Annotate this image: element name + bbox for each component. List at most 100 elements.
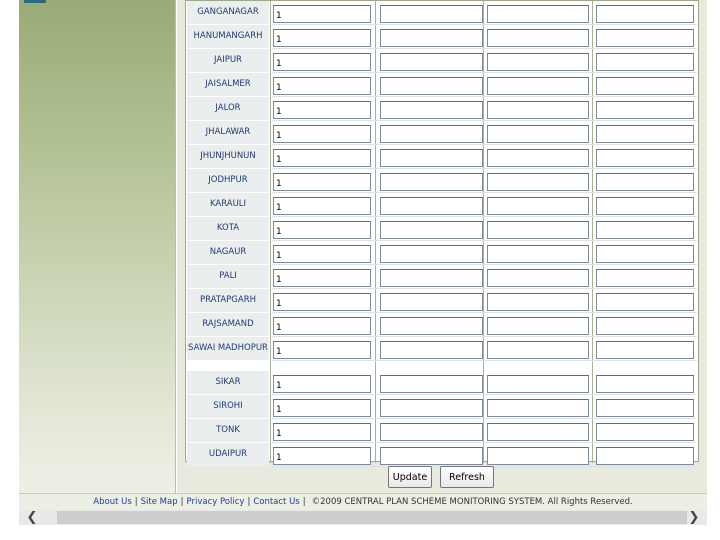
data-input-col-4[interactable] [596,221,694,239]
data-input-col-3[interactable] [487,197,589,215]
data-input-col-2[interactable] [380,221,483,239]
data-input-col-2[interactable] [380,29,483,47]
table-row: JAISALMER [186,73,698,97]
refresh-button[interactable]: Refresh [440,466,494,488]
data-input-col-3[interactable] [487,423,589,441]
data-input-col-3[interactable] [487,375,589,393]
footer-link-privacy-policy[interactable]: Privacy Policy [187,497,245,507]
district-value-input[interactable] [273,173,371,191]
scroll-left-icon[interactable]: ❮ [23,510,41,525]
data-input-col-2[interactable] [380,149,483,167]
district-value-input[interactable] [273,317,371,335]
district-value-input[interactable] [273,375,371,393]
data-input-col-4[interactable] [596,53,694,71]
data-input-col-2[interactable] [380,293,483,311]
data-input-col-4[interactable] [596,5,694,23]
district-value-input[interactable] [273,53,371,71]
data-input-col-4[interactable] [596,317,694,335]
data-input-col-3[interactable] [487,341,589,359]
data-input-col-3[interactable] [487,269,589,287]
district-value-input[interactable] [273,5,371,23]
data-input-col-3[interactable] [487,125,589,143]
data-input-col-4[interactable] [596,293,694,311]
data-input-col-4[interactable] [596,423,694,441]
update-button[interactable]: Update [388,466,432,488]
district-value-input[interactable] [273,77,371,95]
scroll-right-icon[interactable]: ❯ [685,510,703,525]
data-input-col-3[interactable] [487,53,589,71]
data-input-col-2[interactable] [380,197,483,215]
data-input-col-3[interactable] [487,293,589,311]
data-input-col-4[interactable] [596,173,694,191]
data-input-col-3[interactable] [487,317,589,335]
data-input-col-4[interactable] [596,269,694,287]
district-value-input[interactable] [273,149,371,167]
district-value-input[interactable] [273,29,371,47]
table-row: JODHPUR [186,169,698,193]
district-value-input[interactable] [273,293,371,311]
table-row: SIROHI [186,395,698,419]
data-input-col-3[interactable] [487,5,589,23]
table-row: RAJSAMAND [186,313,698,337]
district-name: RAJSAMAND [187,313,269,336]
district-value-input[interactable] [273,423,371,441]
data-input-col-4[interactable] [596,399,694,417]
data-input-col-2[interactable] [380,245,483,263]
district-value-input[interactable] [273,341,371,359]
data-input-col-4[interactable] [596,197,694,215]
table-row: GANGANAGAR [186,1,698,25]
data-input-col-4[interactable] [596,375,694,393]
district-value-input[interactable] [273,269,371,287]
data-input-col-2[interactable] [380,53,483,71]
table-row: SAWAI MADHOPUR [186,337,698,361]
data-input-col-4[interactable] [596,125,694,143]
left-sidebar [19,0,176,493]
data-input-col-4[interactable] [596,77,694,95]
table-row: KOTA [186,217,698,241]
data-input-col-3[interactable] [487,221,589,239]
data-input-col-4[interactable] [596,149,694,167]
district-value-input[interactable] [273,399,371,417]
data-input-col-3[interactable] [487,399,589,417]
table-row: JHUNJHUNUN [186,145,698,169]
district-value-input[interactable] [273,221,371,239]
district-value-input[interactable] [273,245,371,263]
table-row: TONK [186,419,698,443]
data-input-col-2[interactable] [380,317,483,335]
district-value-input[interactable] [273,101,371,119]
horizontal-scrollbar[interactable]: ❮ ❯ [19,510,707,525]
district-name: SAWAI MADHOPUR [187,337,269,360]
data-input-col-3[interactable] [487,101,589,119]
data-input-col-2[interactable] [380,399,483,417]
data-input-col-3[interactable] [487,149,589,167]
data-input-col-2[interactable] [380,173,483,191]
data-input-col-3[interactable] [487,77,589,95]
district-name: GANGANAGAR [187,1,269,24]
data-input-col-4[interactable] [596,101,694,119]
district-name: KARAULI [187,193,269,216]
data-input-col-2[interactable] [380,269,483,287]
data-input-col-2[interactable] [380,5,483,23]
district-value-input[interactable] [273,125,371,143]
district-name: NAGAUR [187,241,269,264]
data-input-col-2[interactable] [380,375,483,393]
table-row: PRATAPGARH [186,289,698,313]
data-input-col-3[interactable] [487,173,589,191]
footer-link-contact-us[interactable]: Contact Us [253,497,299,507]
scrollbar-thumb[interactable] [57,511,687,524]
data-input-col-4[interactable] [596,29,694,47]
district-value-input[interactable] [273,197,371,215]
data-input-col-2[interactable] [380,423,483,441]
data-input-col-3[interactable] [487,245,589,263]
data-input-col-2[interactable] [380,125,483,143]
data-input-col-4[interactable] [596,341,694,359]
data-input-col-2[interactable] [380,341,483,359]
footer-link-about-us[interactable]: About Us [93,497,131,507]
data-input-col-2[interactable] [380,101,483,119]
footer-link-site-map[interactable]: Site Map [141,497,178,507]
data-input-col-3[interactable] [487,29,589,47]
data-input-col-4[interactable] [596,245,694,263]
data-input-col-2[interactable] [380,77,483,95]
footer: About Us | Site Map | Privacy Policy | C… [19,493,707,510]
district-name: SIROHI [187,395,269,418]
